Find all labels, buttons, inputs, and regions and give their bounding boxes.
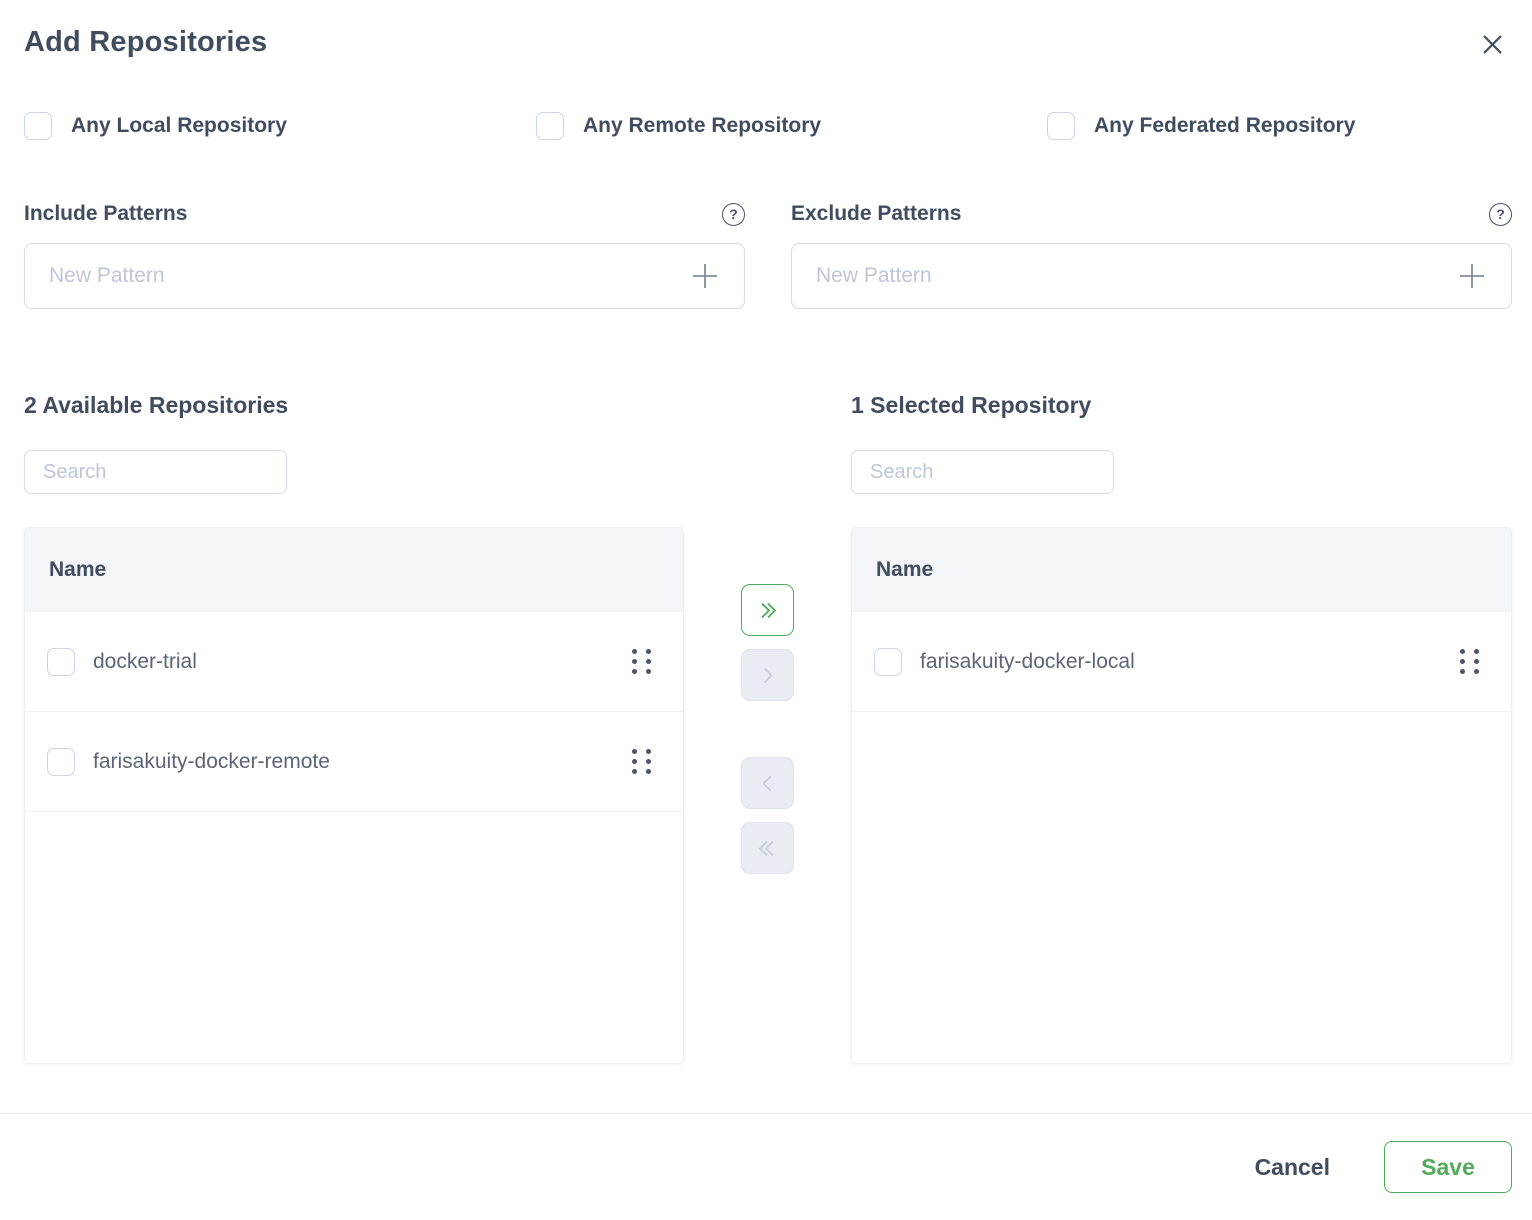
available-repositories-panel: 2 Available Repositories Name docker-tri… bbox=[24, 392, 684, 1064]
double-chevron-left-icon bbox=[754, 835, 781, 862]
repository-transfer-section: 2 Available Repositories Name docker-tri… bbox=[24, 392, 1512, 1064]
column-header-name: Name bbox=[852, 528, 1511, 612]
include-patterns-column: Include Patterns ? bbox=[24, 202, 745, 309]
available-search-input[interactable] bbox=[24, 450, 287, 494]
checkbox-any-local-repository[interactable]: Any Local Repository bbox=[24, 112, 287, 140]
page-title: Add Repositories bbox=[24, 26, 267, 59]
transfer-buttons bbox=[684, 392, 851, 1064]
checkbox-label: Any Remote Repository bbox=[583, 114, 821, 138]
help-icon[interactable]: ? bbox=[722, 203, 745, 226]
exclude-patterns-label: Exclude Patterns bbox=[791, 202, 961, 226]
any-remote-repository-checkbox[interactable] bbox=[536, 112, 564, 140]
plus-icon bbox=[690, 261, 720, 291]
column-header-name: Name bbox=[25, 528, 683, 612]
selected-repositories-table: Name farisakuity-docker-local bbox=[851, 527, 1512, 1064]
any-federated-repository-checkbox[interactable] bbox=[1047, 112, 1075, 140]
exclude-patterns-column: Exclude Patterns ? bbox=[791, 202, 1512, 309]
repo-name: docker-trial bbox=[93, 650, 610, 674]
move-left-button bbox=[741, 757, 794, 809]
exclude-pattern-input[interactable] bbox=[816, 264, 1457, 288]
add-include-pattern-button[interactable] bbox=[690, 261, 720, 291]
selected-repositories-panel: 1 Selected Repository Name farisakuity-d… bbox=[851, 392, 1512, 1064]
checkbox-label: Any Local Repository bbox=[71, 114, 287, 138]
help-icon[interactable]: ? bbox=[1489, 203, 1512, 226]
include-patterns-label: Include Patterns bbox=[24, 202, 187, 226]
exclude-pattern-field bbox=[791, 243, 1512, 309]
cancel-button[interactable]: Cancel bbox=[1255, 1154, 1330, 1181]
any-local-repository-checkbox[interactable] bbox=[24, 112, 52, 140]
move-all-left-button bbox=[741, 822, 794, 874]
chevron-right-icon bbox=[754, 662, 781, 689]
patterns-section: Include Patterns ? Exclude Patterns ? bbox=[24, 202, 1512, 309]
row-checkbox[interactable] bbox=[47, 748, 75, 776]
include-pattern-field bbox=[24, 243, 745, 309]
modal-footer: Cancel Save bbox=[0, 1113, 1532, 1220]
double-chevron-right-icon bbox=[754, 597, 781, 624]
checkbox-any-federated-repository[interactable]: Any Federated Repository bbox=[1047, 112, 1355, 140]
available-repositories-heading: 2 Available Repositories bbox=[24, 392, 684, 419]
table-row[interactable]: farisakuity-docker-remote bbox=[25, 712, 683, 812]
drag-handle-icon[interactable] bbox=[1456, 645, 1483, 678]
move-right-button bbox=[741, 649, 794, 701]
table-row[interactable]: farisakuity-docker-local bbox=[852, 612, 1511, 712]
include-pattern-input[interactable] bbox=[49, 264, 690, 288]
selected-repository-heading: 1 Selected Repository bbox=[851, 392, 1512, 419]
selected-search-input[interactable] bbox=[851, 450, 1114, 494]
table-row[interactable]: docker-trial bbox=[25, 612, 683, 712]
drag-handle-icon[interactable] bbox=[628, 745, 655, 778]
repo-type-checkbox-row: Any Local Repository Any Remote Reposito… bbox=[24, 112, 1512, 144]
row-checkbox[interactable] bbox=[47, 648, 75, 676]
drag-handle-icon[interactable] bbox=[628, 645, 655, 678]
checkbox-any-remote-repository[interactable]: Any Remote Repository bbox=[536, 112, 821, 140]
add-exclude-pattern-button[interactable] bbox=[1457, 261, 1487, 291]
close-button[interactable] bbox=[1474, 26, 1510, 62]
available-repositories-table: Name docker-trial farisakuity-docker-rem… bbox=[24, 527, 684, 1064]
repo-name: farisakuity-docker-remote bbox=[93, 750, 610, 774]
row-checkbox[interactable] bbox=[874, 648, 902, 676]
save-button[interactable]: Save bbox=[1384, 1141, 1512, 1193]
move-all-right-button[interactable] bbox=[741, 584, 794, 636]
repo-name: farisakuity-docker-local bbox=[920, 650, 1438, 674]
plus-icon bbox=[1457, 261, 1487, 291]
close-icon bbox=[1477, 29, 1508, 60]
chevron-left-icon bbox=[754, 770, 781, 797]
checkbox-label: Any Federated Repository bbox=[1094, 114, 1355, 138]
